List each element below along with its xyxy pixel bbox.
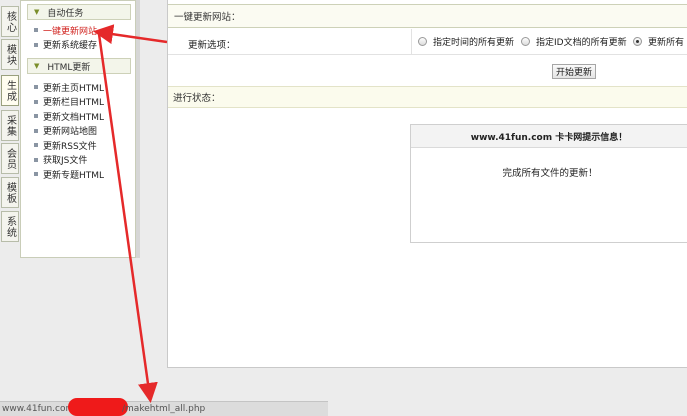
menu-item-update-site[interactable]: 一键更新网站 xyxy=(21,23,135,38)
menu-item-update-rss[interactable]: 更新RSS文件 xyxy=(21,138,135,153)
tab-template[interactable]: 模板 xyxy=(1,177,19,208)
square-bullet-icon xyxy=(34,172,38,177)
menu-item-label: 一键更新网站 xyxy=(43,26,98,37)
start-update-button[interactable]: 开始更新 xyxy=(552,64,596,79)
radio-circle-icon[interactable] xyxy=(418,37,427,46)
square-bullet-icon xyxy=(34,85,38,90)
square-bullet-icon xyxy=(34,157,38,162)
update-options-row: 更新选项： 指定时间的所有更新 指定ID文档的所有更新 更新所有 xyxy=(168,29,687,55)
left-menu: ▼ 自动任务 一键更新网站 更新系统缓存 ▼ HTML更新 更新主页HTML 更… xyxy=(20,0,136,258)
menu-item-update-topic[interactable]: 更新专题HTML xyxy=(21,167,135,182)
main-panel: 一键更新网站： 更新选项： 指定时间的所有更新 指定ID文档的所有更新 更新所有… xyxy=(167,0,687,368)
tab-system[interactable]: 系统 xyxy=(1,211,19,242)
menu-splitter[interactable] xyxy=(136,0,140,258)
radio-label: 指定ID文档的所有更新 xyxy=(536,38,627,48)
tab-core[interactable]: 核心 xyxy=(1,6,19,37)
square-bullet-icon xyxy=(34,42,38,47)
menu-item-label: 更新网站地图 xyxy=(43,127,98,138)
tab-module[interactable]: 模块 xyxy=(1,39,19,70)
status-url-path: /makehtml_all.php xyxy=(122,404,206,414)
status-url-host: www.41fun.com xyxy=(2,404,75,414)
menu-item-update-cache[interactable]: 更新系统缓存 xyxy=(21,38,135,53)
menu-item-label: 获取JS文件 xyxy=(43,156,88,167)
browser-status-bar: www.41fun.com /makehtml_all.php xyxy=(0,398,328,416)
radio-update-all[interactable]: 更新所有 xyxy=(633,35,684,48)
chevron-down-icon: ▼ xyxy=(34,62,40,70)
menu-item-get-js[interactable]: 获取JS文件 xyxy=(21,153,135,168)
radio-label: 更新所有 xyxy=(648,38,685,48)
menu-item-label: 更新文档HTML xyxy=(43,112,105,123)
square-bullet-icon xyxy=(34,28,38,33)
message-box-title: www.41fun.com 卡卡网提示信息！ xyxy=(411,125,687,148)
menu-item-update-home[interactable]: 更新主页HTML xyxy=(21,80,135,95)
message-box-body: 完成所有文件的更新！ xyxy=(502,168,598,179)
section-title: 一键更新网站： xyxy=(168,4,687,28)
menu-group-title: 自动任务 xyxy=(47,8,84,19)
menu-group-html-update[interactable]: ▼ HTML更新 xyxy=(27,58,131,74)
tab-member[interactable]: 会员 xyxy=(1,143,19,174)
redaction-mark xyxy=(68,398,128,416)
tab-generate[interactable]: 生成 xyxy=(1,75,19,106)
menu-item-label: 更新系统缓存 xyxy=(43,41,98,52)
menu-item-update-docs[interactable]: 更新文档HTML xyxy=(21,109,135,124)
menu-item-update-sitemap[interactable]: 更新网站地图 xyxy=(21,124,135,139)
chevron-down-icon: ▼ xyxy=(34,8,40,16)
radio-circle-icon[interactable] xyxy=(521,37,530,46)
square-bullet-icon xyxy=(34,128,38,133)
square-bullet-icon xyxy=(34,114,38,119)
menu-item-update-column[interactable]: 更新栏目HTML xyxy=(21,95,135,110)
menu-item-label: 更新专题HTML xyxy=(43,170,105,181)
tab-collect[interactable]: 采集 xyxy=(1,110,19,141)
radio-selected-icon[interactable] xyxy=(633,37,642,46)
radio-by-id[interactable]: 指定ID文档的所有更新 xyxy=(521,35,627,48)
radio-by-time[interactable]: 指定时间的所有更新 xyxy=(418,35,514,48)
menu-item-label: 更新主页HTML xyxy=(43,83,105,94)
square-bullet-icon xyxy=(34,99,38,104)
square-bullet-icon xyxy=(34,143,38,148)
options-label: 更新选项： xyxy=(188,40,236,51)
menu-item-label: 更新RSS文件 xyxy=(43,141,97,152)
status-label: 进行状态： xyxy=(168,86,687,108)
radio-label: 指定时间的所有更新 xyxy=(433,38,515,48)
menu-item-label: 更新栏目HTML xyxy=(43,98,105,109)
message-box: www.41fun.com 卡卡网提示信息！ 完成所有文件的更新！ xyxy=(410,124,687,243)
left-module-tabs: 核心 模块 生成 采集 会员 模板 系统 xyxy=(0,0,20,400)
menu-group-title: HTML更新 xyxy=(47,62,91,73)
divider xyxy=(411,29,412,55)
menu-group-auto-task[interactable]: ▼ 自动任务 xyxy=(27,4,131,20)
